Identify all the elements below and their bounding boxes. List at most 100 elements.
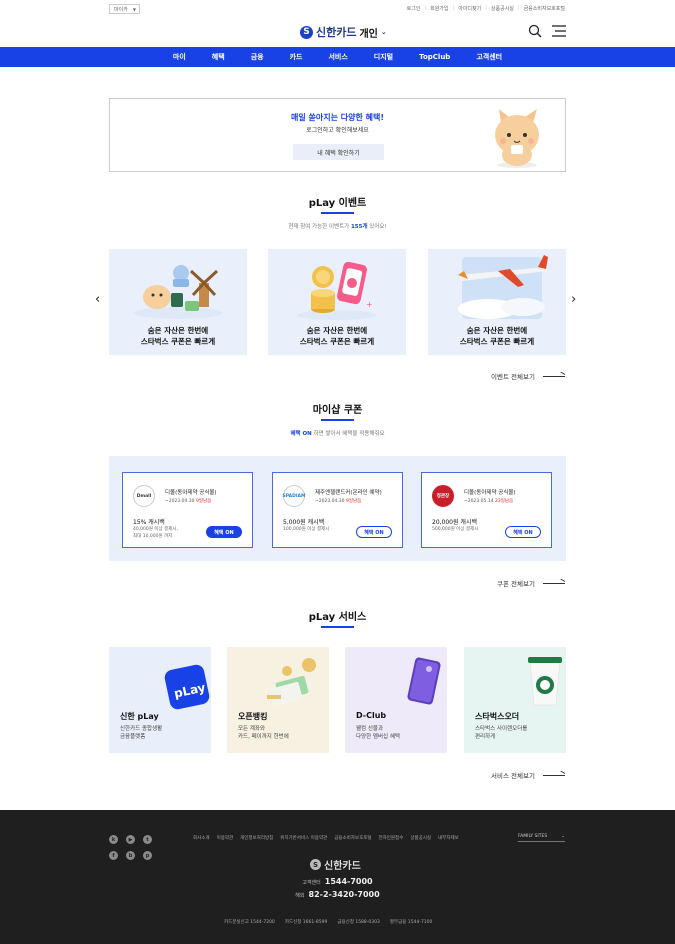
arrow-right-icon [542, 774, 565, 776]
chevron-down-icon: ⌄ [380, 28, 387, 36]
coupons-subtitle: 혜택 ON 하면 쌓아서 혜택을 적용해줘요 [290, 431, 385, 437]
event-caption: 숨은 자산은 한번에 스타벅스 쿠폰은 빠르게 [459, 326, 535, 346]
login-benefit-banner: 매일 쏟아지는 다양한 혜택! 로그인하고 확인해보세요 내 혜택 확인하기 [109, 98, 566, 172]
overseas-center: 해외 82-2-3420-7000 [295, 890, 380, 899]
coupon-card[interactable]: Dmall 디몰(동아제약 공식몰) ~2023.04.30 9일남음 15% … [122, 472, 253, 548]
nav-item-service[interactable]: 서비스 [315, 47, 360, 67]
benefit-on-button[interactable]: 혜택 ON [206, 526, 242, 538]
my-benefit-button[interactable]: 내 혜택 확인하기 [293, 144, 384, 160]
service-card-starbucks[interactable]: 스타벅스오더 스타벅스 사이렌오더를 편리하게 [464, 647, 566, 753]
chevron-down-icon: ▼ [132, 6, 136, 12]
chevron-right-icon[interactable]: › [571, 292, 576, 307]
nav-item-topclub[interactable]: TopClub [406, 47, 463, 67]
youtube-icon[interactable]: ▶ [126, 835, 135, 844]
coupons-title-underline [321, 419, 354, 421]
footer-link-disclosure[interactable]: 상품공시실 [410, 835, 431, 841]
service-desc: 신한카드 종합생활 금융플랫폼 [120, 726, 163, 740]
twitter-icon[interactable]: t [143, 835, 152, 844]
language-label: 마이카 [114, 6, 128, 13]
arrow-right-icon [542, 375, 565, 377]
service-card-play[interactable]: pLay 신한 pLay 신한카드 종합생활 금융플랫폼 [109, 647, 211, 753]
service-name: 신한 pLay [120, 712, 159, 721]
coupon-condition: 100,000원 이상 결제시 [283, 527, 330, 532]
facebook-icon[interactable]: f [109, 851, 118, 860]
card-illustration [407, 657, 441, 705]
phone-lost-card: 카드분실신고 1544-7200 [224, 920, 275, 925]
logo-sub: 개인 [359, 28, 378, 40]
signup-link[interactable]: 회원가입 [430, 5, 448, 12]
service-desc: 모든 계좌와 카드, 페이까지 한번에 [238, 726, 289, 740]
kakao-icon[interactable]: k [109, 835, 118, 844]
coupon-merchant: 제주엔젤랜드커(온라인 예약) [315, 490, 382, 496]
post-icon[interactable]: p [143, 851, 152, 860]
event-card[interactable]: 숨은 자산은 한번에 스타벅스 쿠폰은 빠르게 [109, 249, 247, 355]
util-links: 로그인 | 회원가입 | 아이디찾기 | 상품공시실 | 금융소비자보호포털 [406, 5, 565, 12]
consumer-portal-link[interactable]: 금융소비자보호포털 [524, 5, 565, 12]
coupon-card[interactable]: SPADIAM 제주엔젤랜드커(온라인 예약) ~2023.04.30 9일남음… [272, 472, 403, 548]
service-card-openbanking[interactable]: 오픈뱅킹 모든 계좌와 카드, 페이까지 한번에 [227, 647, 329, 753]
event-card[interactable]: 숨은 자산은 한번에 스타벅스 쿠폰은 빠르게 [428, 249, 566, 355]
footer-link-complaint[interactable]: 전자민원접수 [379, 835, 404, 841]
customer-center: 고객센터 1544-7000 [302, 877, 373, 886]
svg-text:+: + [366, 300, 373, 309]
coupon-amount: 15% 캐시백 [133, 519, 165, 526]
shinhan-logo-icon: S [310, 859, 321, 870]
footer-links: 회사소개 이용약관 개인정보처리방침 위치기반서비스 이용약관 금융소비자보호포… [193, 835, 459, 841]
service-name: D-Club [356, 711, 387, 720]
language-select[interactable]: 마이카 ▼ [109, 4, 140, 14]
arrow-right-icon [542, 582, 565, 584]
blog-icon[interactable]: b [126, 851, 135, 860]
product-disclosure-link[interactable]: 상품공시실 [491, 5, 514, 12]
phone-finance-apply: 금융신청 1588-0303 [337, 920, 380, 925]
coupon-card[interactable]: 정관장 디몰(동아제약 공식몰) ~2023.05.14 23일남음 20,00… [421, 472, 552, 548]
footer-link-whistleblower[interactable]: 내부자제보 [438, 835, 459, 841]
event-caption: 숨은 자산은 한번에 스타벅스 쿠폰은 빠르게 [140, 326, 216, 346]
events-more-link[interactable]: 이벤트 전체보기 [491, 371, 565, 381]
footer-link-terms[interactable]: 이용약관 [217, 835, 234, 841]
coupon-amount: 20,000원 캐시백 [432, 519, 477, 526]
nav-item-my[interactable]: 마이 [160, 47, 199, 67]
find-id-link[interactable]: 아이디찾기 [458, 5, 481, 12]
shinhan-logo-icon: S [300, 25, 313, 39]
starbucks-cup-icon [528, 657, 562, 706]
benefit-on-button[interactable]: 혜택 ON [505, 526, 541, 538]
events-title-underline [321, 212, 354, 214]
nav-item-digital[interactable]: 디지털 [361, 47, 406, 67]
openbanking-illustration [267, 658, 316, 707]
nav-item-finance[interactable]: 금융 [238, 47, 277, 67]
event-caption: 숨은 자산은 한번에 스타벅스 쿠폰은 빠르게 [299, 326, 375, 346]
benefit-on-button[interactable]: 혜택 ON [356, 526, 392, 538]
coupon-condition: 500,000원 이상 결제시 [432, 527, 479, 532]
footer-link-privacy[interactable]: 개인정보처리방침 [240, 835, 273, 841]
service-card-dclub[interactable]: D-Club 웰컴 선물과 다양한 멤버십 혜택 [345, 647, 447, 753]
footer-link-company[interactable]: 회사소개 [193, 835, 210, 841]
chevron-left-icon[interactable]: ‹ [95, 292, 100, 307]
service-desc: 웰컴 선물과 다양한 멤버십 혜택 [356, 726, 400, 740]
footer-phone-numbers: 카드분실신고 1544-7200 카드신청 1661-8599 금융신청 158… [224, 919, 432, 925]
hamburger-menu-icon[interactable] [552, 25, 566, 37]
family-sites-select[interactable]: FAMILY SITES ⌄ [518, 834, 565, 842]
services-title: pLay 서비스 [308, 612, 367, 623]
coupons-title: 마이샵 쿠폰 [312, 405, 363, 416]
nav-item-benefit[interactable]: 혜택 [199, 47, 238, 67]
cs-phone: 1544-7000 [324, 877, 373, 886]
nav-item-card[interactable]: 카드 [277, 47, 316, 67]
logo-text: 신한카드 [316, 26, 357, 39]
nav-item-customer-center[interactable]: 고객센터 [463, 47, 515, 67]
phone-installment: 할부금융 1544-7100 [389, 920, 433, 925]
coupon-date: ~2023.04.30 9일남음 [165, 499, 212, 504]
coupon-amount: 5,000원 캐시백 [283, 519, 325, 526]
cat-character-illustration [495, 109, 539, 168]
footer-link-consumer-portal[interactable]: 금융소비자보호포털 [334, 835, 371, 841]
login-link[interactable]: 로그인 [407, 5, 421, 12]
footer-link-location-terms[interactable]: 위치기반서비스 이용약관 [280, 835, 327, 841]
coupons-more-link[interactable]: 쿠폰 전체보기 [497, 578, 565, 588]
event-count: 155개 [350, 224, 368, 230]
coupon-date: ~2023.05.14 23일남음 [464, 499, 514, 504]
event-card[interactable]: + 숨은 자산은 한번에 스타벅스 쿠폰은 빠르게 [268, 249, 406, 355]
coupon-date: ~2023.04.30 9일남음 [315, 499, 362, 504]
services-title-underline [321, 626, 354, 628]
search-icon[interactable] [528, 24, 542, 38]
site-logo[interactable]: S 신한카드 개인 ⌄ [300, 24, 387, 40]
services-more-link[interactable]: 서비스 전체보기 [491, 770, 565, 780]
